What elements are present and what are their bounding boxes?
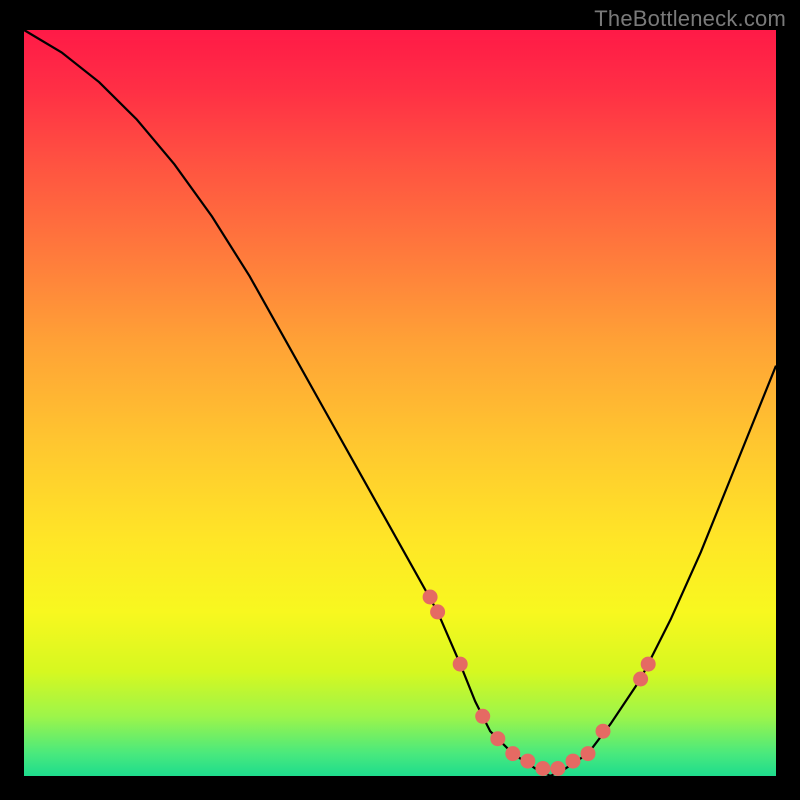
- marker-point: [423, 590, 438, 605]
- marker-point: [581, 746, 596, 761]
- watermark-text: TheBottleneck.com: [594, 6, 786, 32]
- marker-point: [490, 731, 505, 746]
- marker-point: [535, 761, 550, 776]
- marker-point: [505, 746, 520, 761]
- plot-area: [24, 30, 776, 776]
- marker-group: [423, 590, 656, 777]
- marker-point: [520, 754, 535, 769]
- bottleneck-curve: [24, 30, 776, 776]
- marker-point: [596, 724, 611, 739]
- marker-point: [475, 709, 490, 724]
- curve-svg: [24, 30, 776, 776]
- marker-point: [633, 672, 648, 687]
- chart-frame: TheBottleneck.com: [0, 0, 800, 800]
- marker-point: [566, 754, 581, 769]
- marker-point: [550, 761, 565, 776]
- marker-point: [430, 604, 445, 619]
- marker-point: [453, 657, 468, 672]
- marker-point: [641, 657, 656, 672]
